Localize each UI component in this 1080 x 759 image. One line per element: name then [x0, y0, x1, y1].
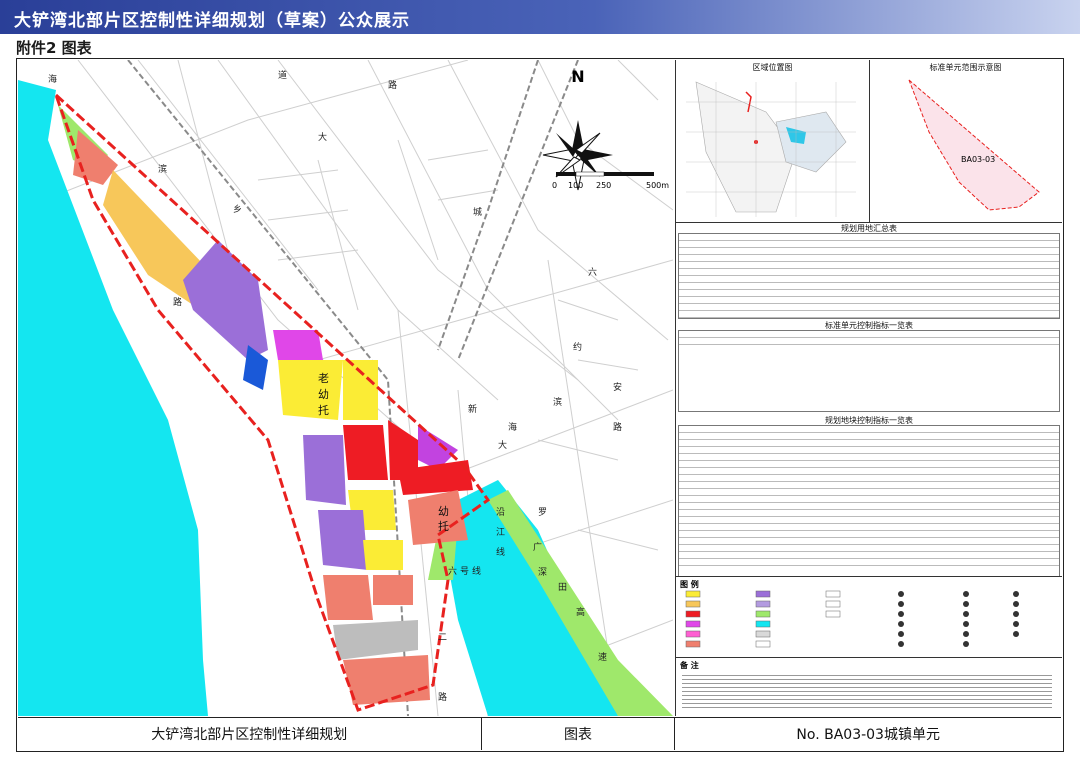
notes-title: 备 注 [680, 661, 699, 670]
road-label: 大 [318, 131, 327, 143]
facility-label: 托 [438, 519, 449, 533]
overview-maps: 区域位置图 标准单元范围示意图 BA03-03 [676, 60, 1062, 223]
scale-label-250: 250 [596, 181, 611, 190]
road-label: 道 [278, 69, 287, 81]
road-label: 二 [438, 633, 447, 643]
facility-label: 幼 [438, 505, 449, 518]
facility-label: 幼 [318, 388, 329, 401]
parcel-industrial-south [318, 510, 368, 570]
road-label: 路 [613, 421, 622, 433]
road-label: 沿 [496, 507, 505, 518]
plot-index-table [678, 425, 1060, 577]
legend: 图 例 [676, 576, 1062, 657]
page-title: 大铲湾北部片区控制性详细规划（草案）公众展示 [14, 11, 410, 31]
road-label: 海 [48, 73, 57, 85]
parcel-industrial-mid [303, 435, 346, 505]
parcel-res-d [363, 540, 403, 570]
parcel-edu-south-c [343, 655, 430, 705]
road-label: 田 [558, 582, 567, 593]
road-label: 线 [496, 546, 505, 558]
facility-label: 托 [318, 403, 329, 417]
road-label: 约 [573, 341, 582, 353]
plan-map-svg: N 0 100 250 500m 海 道 路 大 滨 乡 城 六 约 安 新 路… [18, 60, 673, 716]
road-label: 路 [438, 691, 447, 703]
unit-map-svg: BA03-03 [908, 79, 1040, 211]
road-label: 城 [473, 207, 482, 218]
location-map-svg [686, 81, 856, 217]
road-label: 深 [538, 567, 547, 578]
location-map: 区域位置图 [676, 60, 870, 222]
landuse-table [678, 233, 1060, 319]
plan-map: N 0 100 250 500m 海 道 路 大 滨 乡 城 六 约 安 新 路… [18, 60, 673, 716]
road-label: 滨 [553, 396, 562, 408]
road-label: 号 [460, 566, 469, 577]
parcel-res-b [343, 360, 378, 420]
header-banner: 大铲湾北部片区控制性详细规划（草案）公众展示 [0, 0, 1080, 34]
road-label: 滨 [158, 163, 167, 175]
page-subtitle: 附件2 图表 [16, 39, 92, 57]
road-label: 六 [448, 565, 457, 577]
parcel-edu-south-a [323, 575, 373, 620]
road-label: 路 [388, 79, 397, 91]
unit-number: No. BA03-03城镇单元 [796, 727, 940, 743]
road-label: 江 [496, 527, 505, 538]
legend-swatches [685, 590, 1019, 648]
road-label: 新 [468, 403, 477, 415]
unit-code-label: BA03-03 [961, 155, 995, 164]
road-label: 高 [576, 606, 585, 618]
north-label: N [571, 67, 584, 86]
notes-lines [682, 672, 1052, 711]
road-label: 罗 [538, 507, 547, 518]
info-panel: 区域位置图 标准单元范围示意图 BA03-03 规划用地汇总表 标准单元控制指标… [675, 60, 1062, 716]
scale-label-500: 500m [646, 181, 669, 190]
road-label: 线 [472, 565, 481, 577]
unit-index-table [678, 330, 1060, 412]
title-block: 大铲湾北部片区控制性详细规划 图表 No. BA03-03城镇单元 [18, 717, 1061, 750]
notes: 备 注 [676, 657, 1062, 717]
road-label: 大 [498, 439, 507, 451]
project-name: 大铲湾北部片区控制性详细规划 [18, 718, 482, 750]
sheet-type: 图表 [482, 718, 676, 750]
road-label: 速 [598, 652, 607, 663]
parcel-res-a [278, 360, 343, 420]
scale-label-0: 0 [552, 181, 557, 190]
unit-map: 标准单元范围示意图 BA03-03 [869, 60, 1062, 222]
scale-bar: 0 100 250 500m [552, 171, 669, 190]
parcel-govt [273, 330, 323, 360]
parcel-edu-south-b [373, 575, 413, 605]
parcel-commercial-a [343, 425, 388, 480]
road-label: 广 [533, 541, 542, 553]
road-label: 六 [588, 266, 597, 278]
road-label: 海 [508, 421, 517, 433]
scale-label-100: 100 [568, 181, 583, 190]
road-label: 路 [173, 296, 182, 308]
facility-label: 老 [318, 372, 329, 385]
road-label: 乡 [233, 204, 242, 215]
road-label: 安 [613, 381, 622, 393]
